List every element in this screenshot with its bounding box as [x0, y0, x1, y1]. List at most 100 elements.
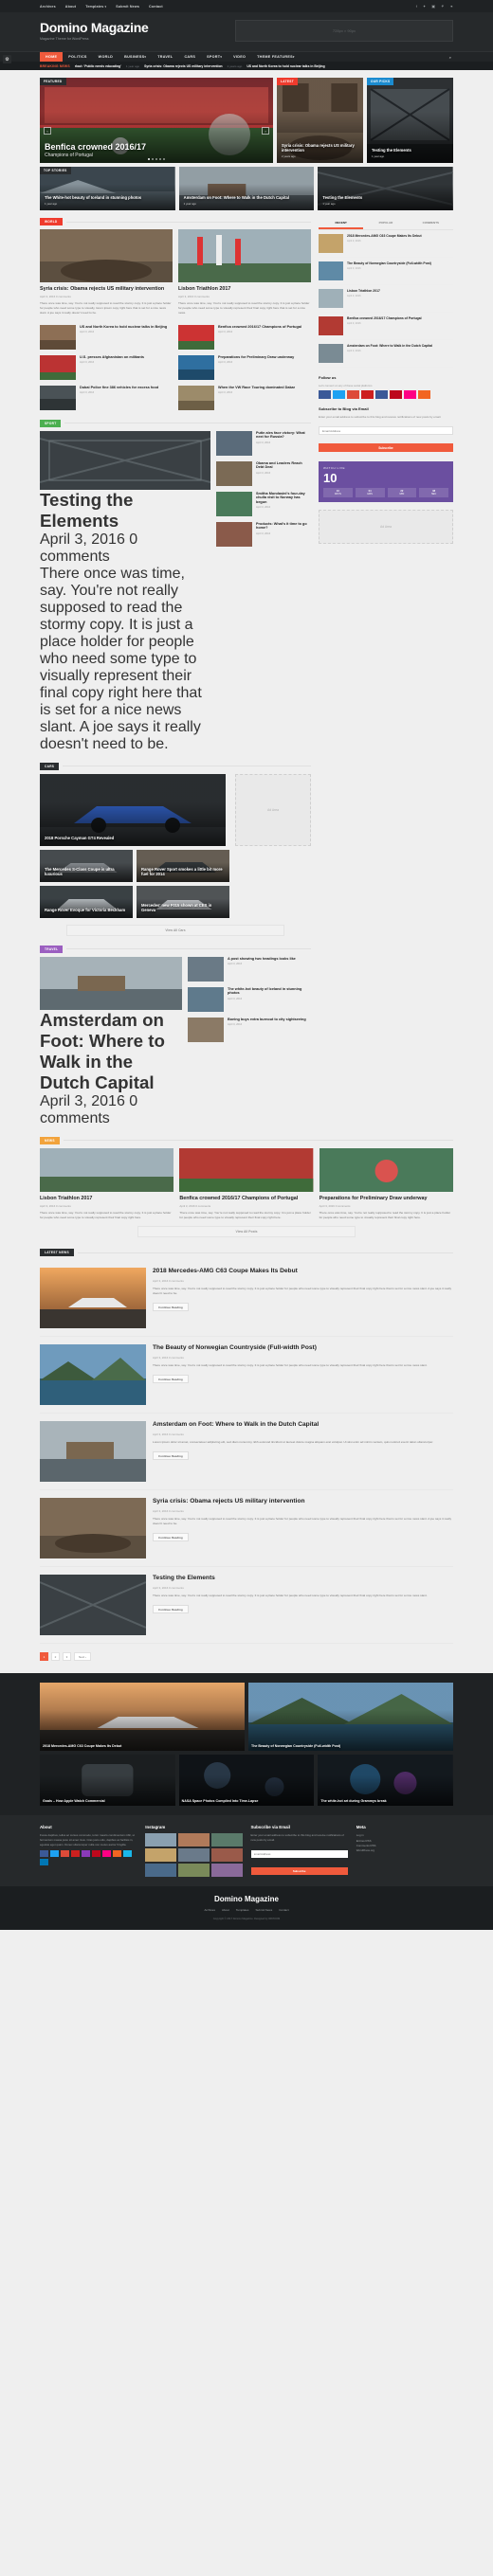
- card-title[interactable]: Syria crisis: Obama rejects US military …: [282, 144, 358, 153]
- mini-title[interactable]: The white-hot beauty of Iceland in stunn…: [228, 987, 311, 996]
- sidebar-item-title[interactable]: 2018 Mercedes-AMG C63 Coupe Makes Its De…: [347, 234, 422, 238]
- nav-item-politics[interactable]: POLITICS: [63, 52, 92, 62]
- sidebar-item[interactable]: Amsterdam on Foot: Where to Walk in the …: [319, 340, 453, 368]
- view-all-posts-button[interactable]: View All Posts: [137, 1226, 356, 1238]
- mini-title[interactable]: Preparations for Preliminary Draw underw…: [218, 355, 294, 360]
- sidebar-item[interactable]: The Beauty of Norwegian Countryside (Ful…: [319, 258, 453, 285]
- trio-title[interactable]: Testing the Elements: [322, 195, 448, 201]
- car-card[interactable]: The Mercedes S-Class Coupe is ultra luxu…: [40, 849, 133, 882]
- featured-card-our-picks[interactable]: OUR PICKS Testing the Elements 1 year ag…: [367, 78, 453, 163]
- mini-article[interactable]: A post showing two headings looks like Ap…: [188, 956, 311, 982]
- continue-reading-button[interactable]: Continue Reading: [153, 1303, 189, 1312]
- instagram-thumb[interactable]: [178, 1848, 210, 1863]
- meta-link-wordpress[interactable]: WordPress.org: [356, 1848, 453, 1853]
- latest-title[interactable]: Testing the Elements: [153, 1575, 453, 1582]
- nav-item-sport[interactable]: SPORT ▾: [201, 52, 228, 62]
- search-icon[interactable]: ⌕: [449, 52, 453, 62]
- mini-title[interactable]: A post showing two headings looks like: [228, 957, 296, 962]
- next-page-button[interactable]: Next ›: [74, 1652, 92, 1662]
- view-all-cars-button[interactable]: View All Cars: [66, 924, 284, 936]
- mini-article[interactable]: Putin ales face victory: What next for R…: [216, 430, 311, 456]
- vimeo-icon[interactable]: [123, 1850, 132, 1858]
- trio-title[interactable]: The White-hot beauty of Iceland in stunn…: [45, 195, 171, 201]
- article-card[interactable]: Preparations for Preliminary Draw underw…: [319, 1147, 453, 1220]
- sidebar-item-title[interactable]: The Beauty of Norwegian Countryside (Ful…: [347, 261, 431, 265]
- instagram-thumb[interactable]: [178, 1864, 210, 1878]
- youtube-icon[interactable]: [361, 390, 374, 399]
- car-card[interactable]: Range Rover Evoque for Victoria Beckham: [40, 885, 133, 918]
- featured-title[interactable]: Benfica crowned 2016/17: [45, 142, 268, 152]
- instagram-thumb[interactable]: [178, 1833, 210, 1847]
- footer-subscribe-button[interactable]: Subscribe: [250, 1866, 348, 1875]
- article-title[interactable]: Benfica crowned 2016/17 Champions of Por…: [179, 1196, 313, 1201]
- car-title[interactable]: Mercedes' new F015 shown at CES in Genev…: [141, 903, 225, 913]
- nav-item-video[interactable]: VIDEO: [228, 52, 251, 62]
- slider-dot[interactable]: [148, 158, 150, 160]
- car-title[interactable]: Range Rover Sport smokes a little bit mo…: [141, 867, 225, 877]
- mini-title[interactable]: Smitha Mundasini's four-day chulla visit…: [256, 492, 311, 505]
- topbar-link-submit-news[interactable]: Submit News: [116, 5, 139, 9]
- page-1-button[interactable]: 1: [40, 1652, 48, 1662]
- slider-dot[interactable]: [152, 158, 154, 160]
- topbar-link-templates[interactable]: Templates ▾: [85, 5, 106, 9]
- footer-nav-archives[interactable]: Archives: [204, 1908, 215, 1912]
- mini-article[interactable]: When the VW Race Touring dominated Dakar…: [178, 385, 311, 410]
- car-card[interactable]: Range Rover Sport smokes a little bit mo…: [137, 849, 229, 882]
- continue-reading-button[interactable]: Continue Reading: [153, 1375, 189, 1384]
- google-plus-icon[interactable]: [347, 390, 359, 399]
- flickr-icon[interactable]: [404, 390, 416, 399]
- article-card[interactable]: Lisbon Triathlon 2017 April 3, 2016 0 co…: [178, 229, 311, 315]
- instagram-thumb[interactable]: [210, 1848, 243, 1863]
- featured-card-latest[interactable]: LATEST Syria crisis: Obama rejects US mi…: [277, 78, 363, 163]
- mini-article[interactable]: US and North Korea to hold nuclear talks…: [40, 324, 173, 350]
- gallery-card[interactable]: NASA Space Photos Compiled Into Time-Lap…: [178, 1755, 315, 1807]
- slider-dot[interactable]: [155, 158, 157, 160]
- article-title[interactable]: Lisbon Triathlon 2017: [178, 286, 311, 292]
- continue-reading-button[interactable]: Continue Reading: [153, 1451, 189, 1461]
- tab-comments[interactable]: COMMENTS: [409, 218, 453, 229]
- mini-title[interactable]: Boeing buys extra burnout to city sights…: [228, 1018, 306, 1022]
- car-card[interactable]: Mercedes' new F015 shown at CES in Genev…: [137, 885, 229, 918]
- mini-article[interactable]: The white-hot beauty of Iceland in stunn…: [188, 986, 311, 1012]
- footer-nav-about[interactable]: About: [222, 1908, 229, 1912]
- nav-item-theme-features[interactable]: THEME FEATURES ▾: [251, 52, 301, 62]
- newsletter-subscribe-button[interactable]: Subscribe: [319, 443, 453, 452]
- latest-post-row[interactable]: Syria crisis: Obama rejects US military …: [40, 1490, 453, 1568]
- instagram-icon[interactable]: ▣: [431, 4, 435, 9]
- card-title[interactable]: Testing the Elements: [372, 148, 448, 153]
- page-2-button[interactable]: 2: [51, 1652, 60, 1662]
- slider-dot[interactable]: [163, 158, 165, 160]
- nav-item-business[interactable]: BUSINESS ▾: [119, 52, 152, 62]
- facebook-icon[interactable]: [319, 390, 331, 399]
- slider-prev-button[interactable]: ‹: [44, 127, 51, 135]
- mini-title[interactable]: U.S. presses Afghanistan on militants: [80, 355, 144, 360]
- mini-title[interactable]: Benfica crowned 2016/17 Champions of Por…: [218, 325, 301, 330]
- linkedin-icon[interactable]: [40, 1859, 48, 1866]
- continue-reading-button[interactable]: Continue Reading: [153, 1533, 189, 1542]
- sidebar-item-title[interactable]: Benfica crowned 2016/17 Champions of Por…: [347, 316, 422, 320]
- tab-popular[interactable]: POPULAR: [363, 218, 408, 229]
- tab-recent[interactable]: RECENT: [319, 218, 364, 229]
- instagram-thumb[interactable]: [145, 1833, 176, 1847]
- latest-title[interactable]: 2018 Mercedes-AMG C63 Coupe Makes Its De…: [153, 1268, 453, 1275]
- google-plus-icon[interactable]: [61, 1850, 69, 1858]
- mini-article[interactable]: Dubai Police fine 386 vehicles for exces…: [40, 385, 173, 410]
- rss-icon[interactable]: ❧: [450, 4, 453, 9]
- footer-nav-submit-news[interactable]: Submit News: [256, 1908, 273, 1912]
- mini-title[interactable]: US and North Korea to hold nuclear talks…: [80, 325, 167, 330]
- rss-icon[interactable]: [418, 390, 430, 399]
- breaking-item-2[interactable]: Syria crisis: Obama rejects US military …: [144, 64, 223, 68]
- nav-item-world[interactable]: WORLD: [93, 52, 119, 62]
- nav-item-travel[interactable]: TRAVEL: [152, 52, 178, 62]
- instagram-thumb[interactable]: [145, 1864, 176, 1878]
- youtube-icon[interactable]: [71, 1850, 80, 1858]
- article-title[interactable]: Preparations for Preliminary Draw underw…: [320, 1196, 453, 1201]
- instagram-icon[interactable]: [375, 390, 388, 399]
- continue-reading-button[interactable]: Continue Reading: [153, 1605, 189, 1614]
- mini-article[interactable]: Preparations for Preliminary Draw underw…: [178, 354, 311, 380]
- gallery-card[interactable]: The white-hot art during Grammys break: [318, 1755, 454, 1807]
- latest-title[interactable]: Amsterdam on Foot: Where to Walk in the …: [153, 1421, 453, 1429]
- rss-icon[interactable]: [113, 1850, 121, 1858]
- nav-item-cars[interactable]: CARS: [178, 52, 201, 62]
- latest-post-row[interactable]: 2018 Mercedes-AMG C63 Coupe Makes Its De…: [40, 1260, 453, 1338]
